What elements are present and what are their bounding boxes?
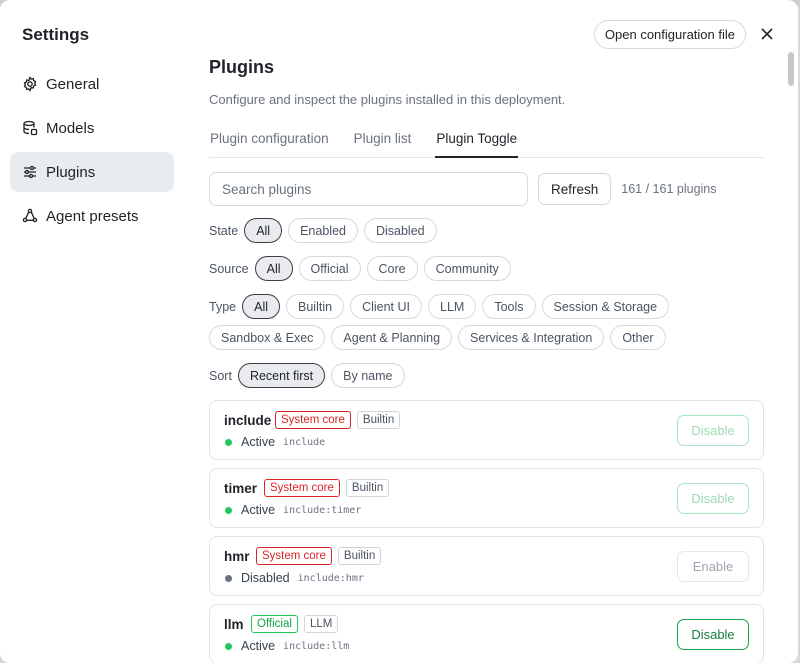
sidebar-item-agent-presets[interactable]: Agent presets [10,196,174,236]
filter-label: Source [209,261,249,276]
disable-button[interactable]: Disable [677,483,749,514]
plugin-card: include System core Builtin Active inclu… [209,400,764,460]
scrollbar-thumb[interactable] [788,52,794,86]
plugin-status: Disabled include:hmr [225,571,364,585]
sidebar-item-models[interactable]: Models [10,108,174,148]
plugin-card: hmr System core Builtin Disabled include… [209,536,764,596]
type-chip-client-ui[interactable]: Client UI [350,294,422,319]
settings-dialog: Settings General Models Plugins Agent pr… [0,0,798,663]
type-chip-builtin[interactable]: Builtin [286,294,345,319]
type-chip-tools[interactable]: Tools [482,294,536,319]
source-chip-all[interactable]: All [254,256,293,281]
page-title: Plugins [209,57,275,77]
search-input[interactable] [209,172,528,206]
builtin-badge: Builtin [356,411,401,429]
source-chip-official[interactable]: Official [298,256,361,281]
type-chip-sandbox-exec[interactable]: Sandbox & Exec [209,325,326,350]
status-text: Active [241,503,276,517]
source-chip-community[interactable]: Community [423,256,511,281]
state-chip-all[interactable]: All [244,218,283,243]
plugin-name: timer [224,481,258,496]
official-badge: Official [251,615,298,633]
state-chip-disabled[interactable]: Disabled [363,218,437,243]
enable-button[interactable]: Enable [677,551,749,582]
sort-chip-by-name[interactable]: By name [331,363,405,388]
plugin-name: hmr [224,549,250,564]
type-chip-llm[interactable]: LLM [428,294,477,319]
plugin-card: llm Official LLM Active include:llm Disa… [209,604,764,663]
type-filter: Type All Builtin Client UI LLM Tools Ses… [209,294,675,319]
presets-icon [22,208,38,224]
type-chip-all[interactable]: All [242,294,281,319]
builtin-badge: Builtin [345,479,390,497]
sliders-icon [22,164,38,180]
plugin-status: Active include [225,435,325,449]
sort-chip-recent-first[interactable]: Recent first [237,363,326,388]
status-dot [225,438,232,446]
type-chip-other[interactable]: Other [610,325,666,350]
tab-plugin-list[interactable]: Plugin list [353,126,413,158]
disable-button[interactable]: Disable [677,619,749,650]
source-filter: Source All Official Core Community [209,256,517,281]
open-config-button[interactable]: Open configuration file [593,20,746,49]
plugin-status: Active include:llm [225,639,349,653]
status-dot [225,642,232,650]
main-panel: Open configuration file Plugins Configur… [209,0,765,663]
sidebar: Settings General Models Plugins Agent pr… [0,0,186,663]
plugin-status: Active include:timer [225,503,361,517]
search-row: Refresh 161 / 161 plugins [209,172,717,206]
system-core-badge: System core [256,547,332,565]
plugin-id: include:llm [283,640,350,652]
type-chip-services-integration[interactable]: Services & Integration [458,325,605,350]
refresh-button[interactable]: Refresh [538,173,612,205]
type-chip-session-storage[interactable]: Session & Storage [541,294,670,319]
sidebar-item-label: Plugins [46,163,96,181]
plugin-card: timer System core Builtin Active include… [209,468,764,528]
database-icon [22,120,38,136]
disable-button[interactable]: Disable [677,415,749,446]
plugin-badges: System core Builtin [275,411,406,429]
type-filter-row-2: Sandbox & Exec Agent & Planning Services… [209,325,672,350]
filter-label: Sort [209,368,232,383]
gear-icon [22,76,38,92]
page-description: Configure and inspect the plugins instal… [209,92,566,107]
tab-plugin-configuration[interactable]: Plugin configuration [209,126,330,158]
llm-badge: LLM [303,615,339,633]
status-dot [225,574,232,582]
sidebar-item-label: Models [46,119,95,137]
plugin-id: include:hmr [297,572,364,584]
status-dot [225,506,232,514]
plugin-id: include [283,436,326,448]
sidebar-title: Settings [22,25,90,44]
plugin-badges: System core Builtin [256,547,387,565]
type-chip-agent-planning[interactable]: Agent & Planning [331,325,453,350]
sidebar-nav: General Models Plugins Agent presets [10,64,174,240]
filter-label: Type [209,299,237,314]
status-text: Active [241,639,276,653]
plugin-count: 161 / 161 plugins [621,182,717,196]
system-core-badge: System core [264,479,340,497]
plugin-name: include [224,413,272,428]
plugin-badges: System core Builtin [264,479,395,497]
sidebar-item-plugins[interactable]: Plugins [10,152,174,192]
status-text: Active [241,435,276,449]
sidebar-item-label: General [46,75,100,93]
tab-plugin-toggle[interactable]: Plugin Toggle [435,126,519,158]
tab-bar: Plugin configuration Plugin list Plugin … [209,126,765,158]
sidebar-item-label: Agent presets [46,207,139,225]
system-core-badge: System core [275,411,351,429]
filter-label: State [209,223,239,238]
source-chip-core[interactable]: Core [366,256,418,281]
builtin-badge: Builtin [337,547,382,565]
sort-filter: Sort Recent first By name [209,363,411,388]
sidebar-item-general[interactable]: General [10,64,174,104]
plugin-badges: Official LLM [251,615,344,633]
state-chip-enabled[interactable]: Enabled [288,218,358,243]
plugin-name: llm [224,617,244,632]
state-filter: State All Enabled Disabled [209,218,443,243]
plugin-id: include:timer [283,504,362,516]
status-text: Disabled [241,571,290,585]
